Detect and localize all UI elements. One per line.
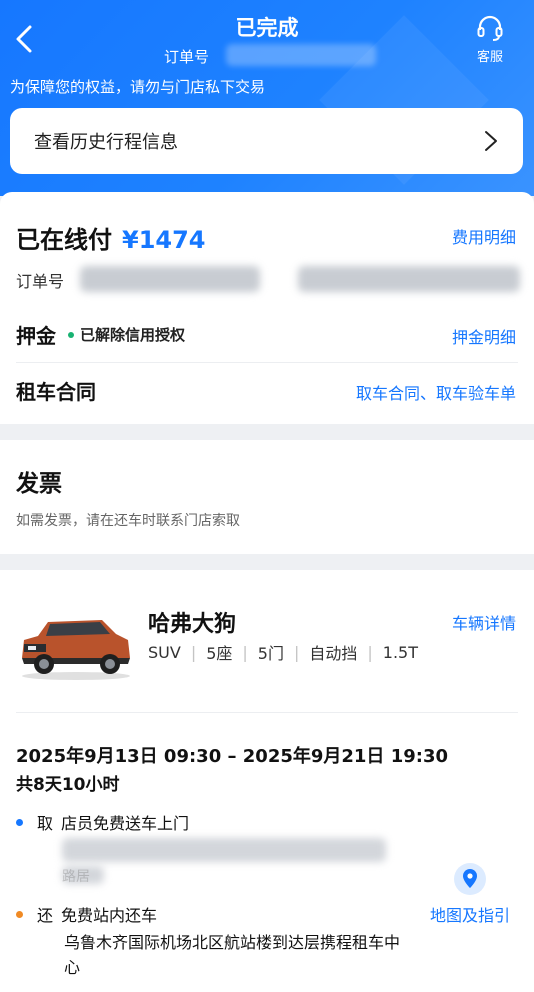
invoice-description: 如需发票，请在还车时联系门店索取 bbox=[16, 513, 240, 529]
payment-section: 已在线付 ¥1474 费用明细 订单号 押金 已解除信用授权 押金明细 租车合同… bbox=[0, 192, 534, 424]
vehicle-detail-link[interactable]: 车辆详情 bbox=[452, 610, 516, 634]
spec-item: SUV bbox=[148, 642, 181, 662]
divider bbox=[16, 362, 518, 363]
deposit-status: 已解除信用授权 bbox=[80, 326, 186, 344]
pickup-dot bbox=[16, 818, 23, 826]
chevron-right-icon bbox=[485, 131, 497, 151]
divider bbox=[16, 712, 518, 713]
car-specs: SUV | 5座 | 5门 | 自动挡 | 1.5T bbox=[148, 640, 418, 664]
pickup-address-redacted bbox=[62, 838, 386, 862]
spec-separator: | bbox=[242, 642, 248, 662]
headset-icon bbox=[477, 15, 503, 41]
spec-separator: | bbox=[293, 642, 300, 662]
spec-item: 自动挡 bbox=[309, 644, 358, 663]
spec-item: 5座 bbox=[206, 644, 233, 663]
return-method: 免费站内还车 bbox=[61, 906, 158, 925]
paid-amount: ¥1474 bbox=[122, 226, 206, 254]
order-number-redacted-1 bbox=[80, 266, 260, 292]
car-name: 哈弗大狗 bbox=[148, 612, 237, 637]
return-address: 乌鲁木齐国际机场北区航站楼到达层携程租车中心 bbox=[64, 933, 401, 977]
customer-service-button[interactable]: 客服 bbox=[468, 14, 512, 65]
rental-duration: 共8天10小时 bbox=[16, 775, 120, 795]
history-trip-label: 查看历史行程信息 bbox=[34, 132, 178, 153]
contract-label: 租车合同 bbox=[16, 380, 96, 404]
map-guide-button[interactable]: 地图及指引 bbox=[424, 862, 516, 926]
spec-separator: | bbox=[190, 642, 197, 662]
pickup-method: 店员免费送车上门 bbox=[61, 814, 190, 833]
map-guide-label: 地图及指引 bbox=[429, 906, 510, 925]
order-number-redacted-2 bbox=[298, 266, 520, 292]
page-title: 已完成 bbox=[235, 16, 299, 40]
fee-detail-link[interactable]: 费用明细 bbox=[452, 224, 516, 248]
order-number-redacted bbox=[226, 44, 376, 66]
spec-item: 1.5T bbox=[382, 642, 418, 662]
return-label: 还 bbox=[37, 906, 54, 925]
deposit-row: 押金 已解除信用授权 bbox=[16, 320, 185, 349]
payment-summary: 已在线付 ¥1474 bbox=[16, 220, 206, 255]
security-notice: 为保障您的权益，请勿与门店私下交易 bbox=[10, 78, 266, 96]
spec-item: 5门 bbox=[257, 644, 284, 663]
pickup-label: 取 bbox=[37, 814, 54, 833]
status-dot bbox=[68, 331, 74, 338]
deposit-detail-link[interactable]: 押金明细 bbox=[452, 324, 516, 348]
spec-separator: | bbox=[367, 642, 373, 662]
return-dot bbox=[16, 910, 23, 918]
order-number-row-label: 订单号 bbox=[16, 272, 65, 291]
car-image[interactable] bbox=[16, 610, 136, 682]
deposit-label: 押金 bbox=[16, 324, 56, 348]
contract-link[interactable]: 取车合同、取车验车单 bbox=[356, 380, 516, 404]
order-number-label: 订单号 bbox=[164, 48, 210, 66]
paid-label: 已在线付 bbox=[16, 226, 112, 254]
invoice-title: 发票 bbox=[16, 471, 62, 497]
location-pin-icon bbox=[454, 863, 486, 895]
customer-service-label: 客服 bbox=[476, 50, 503, 65]
return-row: 还 免费站内还车 bbox=[16, 902, 157, 926]
pickup-address-tail: 路居 bbox=[62, 869, 90, 885]
rental-time-range: 2025年9月13日 09:30 – 2025年9月21日 19:30 bbox=[16, 746, 448, 767]
invoice-section: 发票 如需发票，请在还车时联系门店索取 bbox=[0, 440, 534, 554]
pickup-row: 取 店员免费送车上门 bbox=[16, 810, 189, 834]
vehicle-section: 哈弗大狗 车辆详情 SUV | 5座 | 5门 | 自动挡 | 1.5T 202… bbox=[0, 570, 534, 992]
history-trip-card[interactable]: 查看历史行程信息 bbox=[10, 108, 523, 174]
header-banner: 已完成 订单号 客服 为保障您的权益，请勿与门店私下交易 查看历史行程信息 bbox=[0, 0, 534, 196]
